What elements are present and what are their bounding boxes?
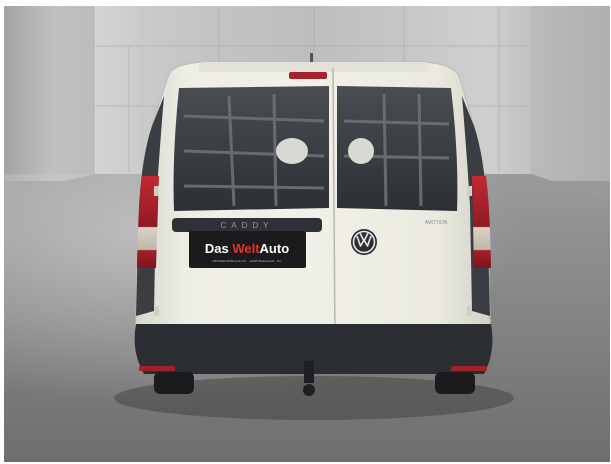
tow-hitch <box>303 361 315 396</box>
plate-text-auto: Auto <box>260 241 290 256</box>
vehicle-photo: CADDY 4MOTION Das WeltAuto DIRKSEN FRISC… <box>4 6 610 462</box>
trim-badge: 4MOTION <box>425 220 448 226</box>
svg-text:Das WeltAuto: Das WeltAuto <box>205 241 289 256</box>
vw-logo-icon <box>351 229 377 255</box>
plate-text-das: Das <box>205 241 232 256</box>
left-rear-tire <box>154 372 194 394</box>
plate-text-welt: Welt <box>232 241 260 256</box>
third-brake-light <box>289 72 327 79</box>
plate-small-print: DIRKSEN FRISCH & CO. · 12345 Musterstadt… <box>212 259 281 263</box>
dealer-plate: Das WeltAuto DIRKSEN FRISCH & CO. · 1234… <box>189 231 306 268</box>
right-rear-tire <box>435 372 475 394</box>
model-badge: CADDY <box>220 221 273 230</box>
